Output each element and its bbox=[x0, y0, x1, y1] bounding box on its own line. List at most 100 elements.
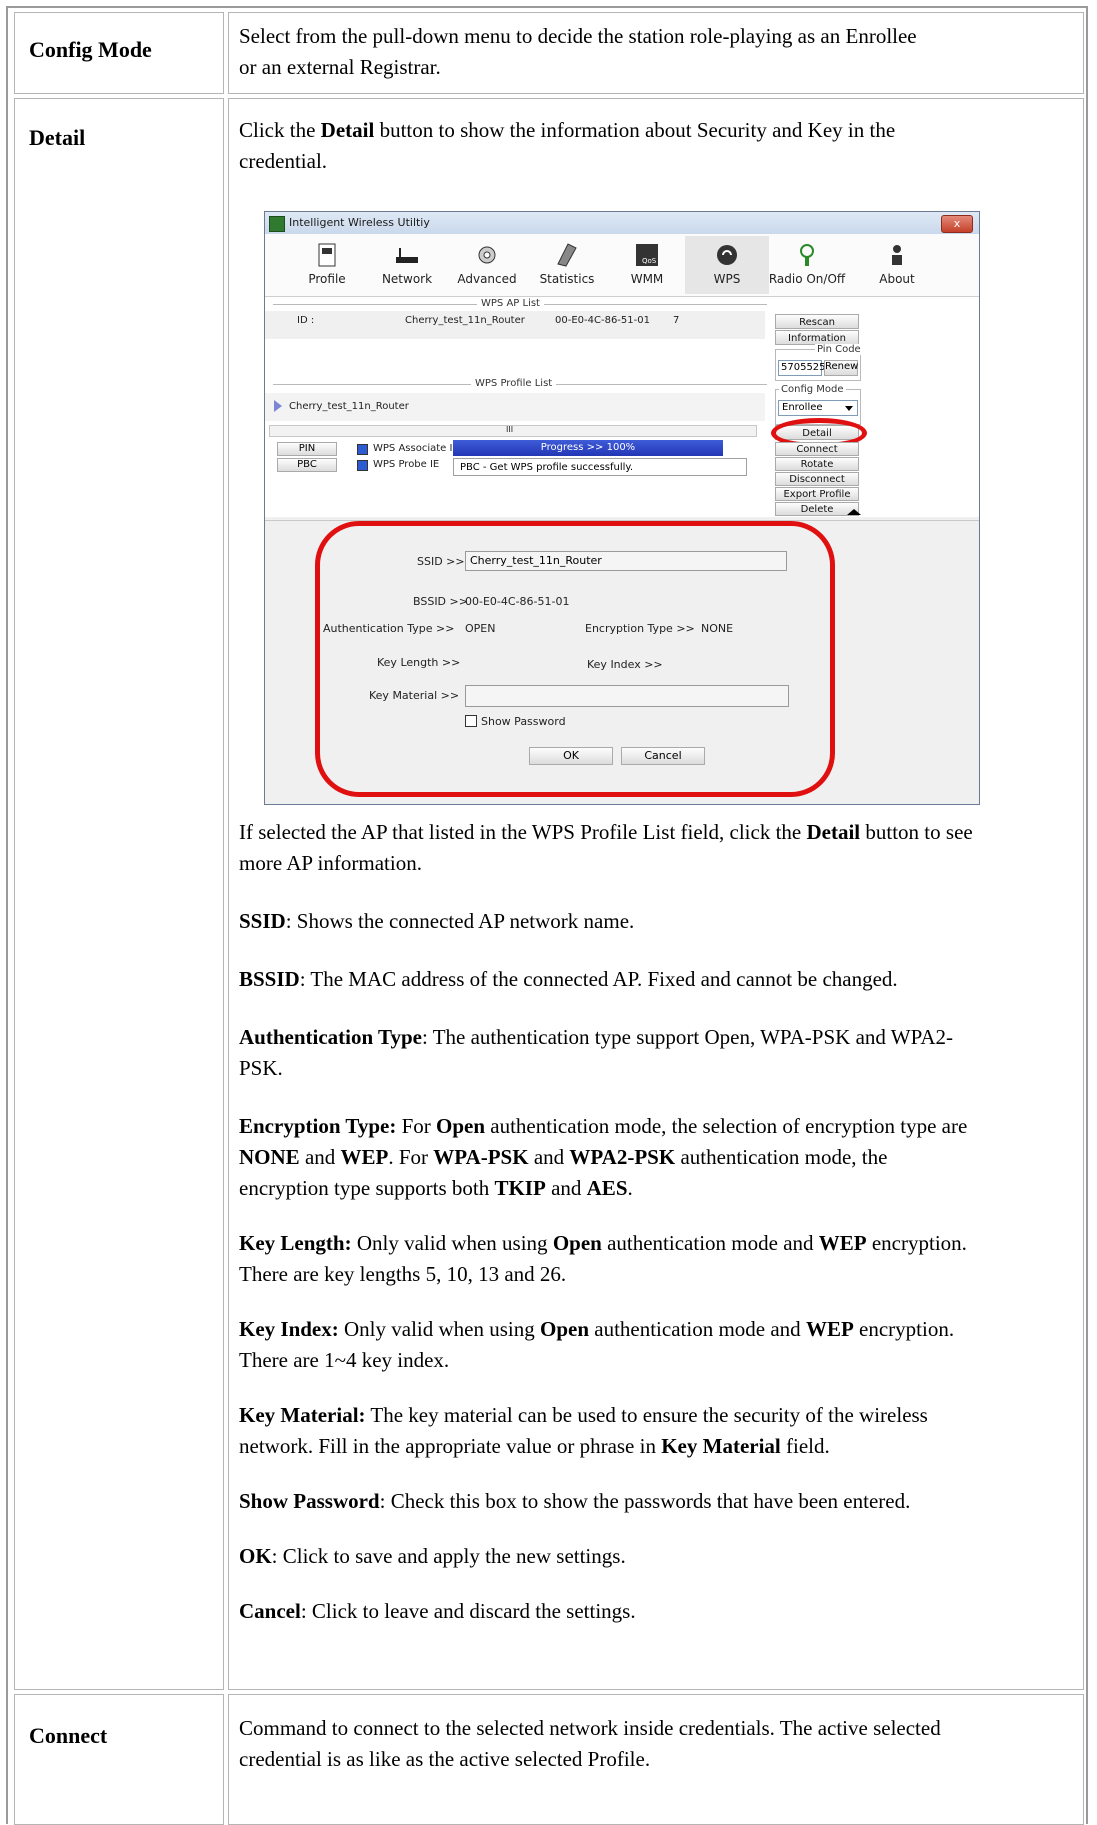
pin-button[interactable]: PIN bbox=[277, 442, 337, 456]
network-icon bbox=[396, 248, 418, 263]
ap-mac: 00-E0-4C-86-51-01 bbox=[555, 315, 650, 326]
desc-connect: Command to connect to the selected netwo… bbox=[239, 1716, 941, 1771]
text: authentication mode and bbox=[601, 1231, 819, 1255]
text-bold: Key Length: bbox=[239, 1231, 352, 1255]
text: : Click to leave and discard the setting… bbox=[300, 1599, 636, 1623]
wps-icon bbox=[717, 245, 737, 265]
rescan-button[interactable]: Rescan bbox=[775, 314, 859, 329]
text-bold: AES bbox=[586, 1176, 628, 1200]
term-detail: Detail bbox=[29, 125, 86, 150]
tab-radio[interactable]: Radio On/Off bbox=[765, 236, 849, 294]
tab-label: WPS bbox=[713, 272, 741, 286]
information-button[interactable]: Information bbox=[775, 330, 859, 345]
detail-encryption: Encryption Type: For Open authentication… bbox=[239, 1111, 979, 1204]
tab-profile[interactable]: Profile bbox=[285, 236, 369, 294]
text: authentication mode and bbox=[589, 1317, 806, 1341]
text-bold: WEP bbox=[805, 1317, 854, 1341]
horizontal-scrollbar[interactable]: III bbox=[269, 425, 757, 437]
text: and bbox=[528, 1145, 570, 1169]
text-bold: Cancel bbox=[239, 1599, 301, 1623]
tab-label: Statistics bbox=[539, 272, 595, 286]
window-title: Intelligent Wireless Utiltiy bbox=[289, 216, 430, 229]
text-bold: Authentication Type bbox=[239, 1025, 422, 1049]
tab-statistics[interactable]: Statistics bbox=[525, 236, 609, 294]
detail-key-length: Key Length: Only valid when using Open a… bbox=[239, 1228, 979, 1290]
text: field. bbox=[780, 1434, 830, 1458]
desc-cell-connect: Command to connect to the selected netwo… bbox=[228, 1694, 1084, 1825]
term-connect: Connect bbox=[29, 1723, 108, 1748]
text: : Click to save and apply the new settin… bbox=[271, 1544, 626, 1568]
text-bold: WEP bbox=[818, 1231, 867, 1255]
text: . bbox=[627, 1176, 633, 1200]
export-profile-button[interactable]: Export Profile bbox=[775, 487, 859, 501]
pin-code-field[interactable]: 57055251 bbox=[778, 360, 832, 376]
text: and bbox=[299, 1145, 341, 1169]
desc-config-mode: Select from the pull-down menu to decide… bbox=[239, 24, 917, 79]
rotate-button[interactable]: Rotate bbox=[775, 457, 859, 471]
highlight-ring-details bbox=[315, 521, 835, 797]
tab-label: Profile bbox=[308, 272, 346, 286]
triangle-up-icon[interactable] bbox=[847, 509, 861, 515]
text-bold: TKIP bbox=[494, 1176, 546, 1200]
detail-pane: SSID >> Cherry_test_11n_Router BSSID >> … bbox=[265, 520, 979, 804]
text: : The MAC address of the connected AP. F… bbox=[299, 967, 898, 991]
text-bold: Show Password bbox=[239, 1489, 380, 1513]
text: For bbox=[396, 1114, 437, 1138]
tab-about[interactable]: About bbox=[855, 236, 939, 294]
wps-pane: WPS AP List ID : Cherry_test_11n_Router … bbox=[265, 297, 979, 517]
text-bold: WPA-PSK bbox=[433, 1145, 529, 1169]
tab-label: Network bbox=[381, 272, 433, 286]
tab-wps[interactable]: WPS bbox=[685, 236, 769, 294]
text: and bbox=[545, 1176, 587, 1200]
config-mode-select[interactable]: Enrollee bbox=[778, 400, 858, 416]
detail-body: If selected the AP that listed in the WP… bbox=[239, 817, 979, 1627]
ap-id: ID : bbox=[297, 315, 315, 326]
close-button[interactable]: x bbox=[941, 215, 973, 233]
text-bold: Detail bbox=[320, 118, 375, 142]
checkbox-checked-icon[interactable] bbox=[357, 460, 368, 471]
triangle-right-icon bbox=[274, 400, 282, 412]
checkbox-checked-icon[interactable] bbox=[357, 444, 368, 455]
tab-label: Radio On/Off bbox=[768, 272, 846, 286]
tab-advanced[interactable]: Advanced bbox=[445, 236, 529, 294]
tab-label: WMM bbox=[630, 272, 664, 286]
term-cell-detail: Detail bbox=[14, 98, 224, 1690]
svg-text:QoS: QoS bbox=[642, 257, 657, 265]
tab-wmm[interactable]: QoS WMM bbox=[605, 236, 689, 294]
radio-icon bbox=[800, 244, 814, 266]
wps-profile-list-label: WPS Profile List bbox=[471, 378, 557, 389]
chevron-down-icon bbox=[845, 406, 853, 411]
renew-button[interactable]: Renew bbox=[824, 360, 858, 376]
about-icon bbox=[892, 245, 902, 265]
disconnect-button[interactable]: Disconnect bbox=[775, 472, 859, 486]
detail-show-password: Show Password: Check this box to show th… bbox=[239, 1486, 979, 1517]
main-toolbar: Profile Network Advanced Statistics QoS … bbox=[265, 234, 979, 297]
term-cell-connect: Connect bbox=[14, 1694, 224, 1825]
probe-ie-label: WPS Probe IE bbox=[373, 459, 440, 470]
progress-text: Progress >> 100% bbox=[540, 442, 636, 453]
pin-code-label: Pin Code bbox=[815, 344, 863, 355]
wps-ap-list-label: WPS AP List bbox=[477, 298, 544, 309]
profile-icon bbox=[318, 243, 336, 267]
detail-auth: Authentication Type: The authentication … bbox=[239, 1022, 979, 1084]
text: Click the bbox=[239, 118, 321, 142]
assoc-ie-label: WPS Associate IE bbox=[373, 443, 459, 454]
detail-bssid: BSSID: The MAC address of the connected … bbox=[239, 964, 979, 995]
tab-network[interactable]: Network bbox=[365, 236, 449, 294]
text-bold: Open bbox=[539, 1317, 589, 1341]
connect-button[interactable]: Connect bbox=[775, 442, 859, 456]
text-bold: WEP bbox=[340, 1145, 389, 1169]
text-bold: NONE bbox=[239, 1145, 300, 1169]
term-cell-config-mode: Config Mode bbox=[14, 12, 224, 94]
ap-channel: 7 bbox=[673, 315, 680, 326]
tab-label: About bbox=[879, 272, 915, 286]
detail-ok: OK: Click to save and apply the new sett… bbox=[239, 1541, 979, 1572]
gear-icon bbox=[478, 246, 496, 264]
detail-key-index: Key Index: Only valid when using Open au… bbox=[239, 1314, 979, 1376]
text-bold: Key Material bbox=[661, 1434, 781, 1458]
pbc-button[interactable]: PBC bbox=[277, 458, 337, 472]
term-config-mode: Config Mode bbox=[29, 37, 152, 62]
detail-key-material: Key Material: The key material can be us… bbox=[239, 1400, 979, 1462]
wmm-icon: QoS bbox=[636, 244, 658, 266]
text-bold: Key Material: bbox=[239, 1403, 366, 1427]
